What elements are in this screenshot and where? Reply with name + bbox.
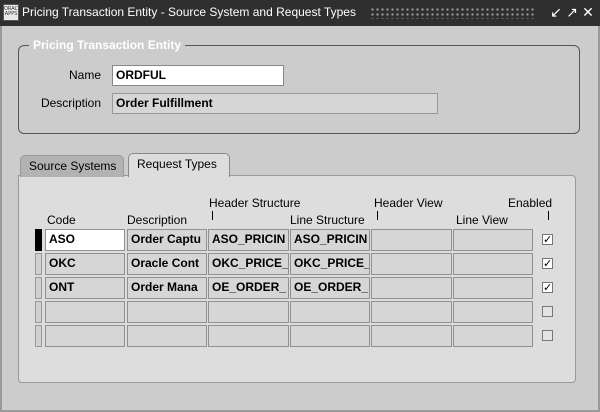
cell-header-view[interactable] — [371, 325, 452, 347]
row-indicator[interactable] — [35, 277, 42, 299]
name-label: Name — [68, 68, 101, 82]
cell-line-view[interactable] — [453, 229, 533, 251]
cell-header-structure[interactable]: OE_ORDER_ — [208, 277, 289, 299]
tab-source-systems[interactable]: Source Systems — [20, 155, 124, 177]
col-header-line-view: Line View — [456, 213, 508, 227]
description-label: Description — [40, 96, 101, 110]
cell-line-view[interactable] — [453, 277, 533, 299]
description-field[interactable]: Order Fulfillment — [112, 93, 438, 114]
minimize-icon[interactable]: ↙ — [548, 4, 564, 22]
enabled-checkbox[interactable] — [542, 306, 553, 317]
close-icon[interactable]: ✕ — [580, 4, 596, 22]
row-indicator[interactable] — [35, 253, 42, 275]
col-header-description: Description — [127, 213, 188, 227]
row-indicator[interactable] — [35, 229, 42, 251]
col-divider — [548, 211, 549, 220]
col-header-line-structure: Line Structure — [290, 213, 365, 227]
title-grip-pattern — [370, 7, 534, 19]
maximize-icon[interactable]: ↗ — [564, 4, 580, 22]
cell-line-structure[interactable]: OE_ORDER_ — [290, 277, 370, 299]
cell-line-view[interactable] — [453, 325, 533, 347]
cell-header-structure[interactable]: ASO_PRICIN — [208, 229, 289, 251]
cell-description[interactable]: Oracle Cont — [127, 253, 207, 275]
cell-header-view[interactable] — [371, 253, 452, 275]
cell-line-structure[interactable] — [290, 325, 370, 347]
col-header-header-structure: Header Structure — [209, 196, 301, 210]
cell-header-view[interactable] — [371, 229, 452, 251]
oracle-app-icon[interactable]: ORACLE APPS — [3, 4, 19, 21]
cell-code[interactable] — [45, 301, 125, 323]
cell-line-view[interactable] — [453, 301, 533, 323]
cell-line-structure[interactable]: ASO_PRICIN — [290, 229, 370, 251]
col-header-enabled: Enabled — [508, 196, 553, 210]
row-indicator[interactable] — [35, 301, 42, 323]
cell-code[interactable] — [45, 325, 125, 347]
pricing-transaction-entity-group: Pricing Transaction Entity — [18, 38, 580, 134]
cell-line-view[interactable] — [453, 253, 533, 275]
col-header-header-view: Header View — [374, 196, 443, 210]
cell-description[interactable]: Order Mana — [127, 277, 207, 299]
col-divider — [212, 211, 213, 220]
name-field[interactable]: ORDFUL — [112, 65, 284, 86]
cell-description[interactable] — [127, 301, 207, 323]
enabled-checkbox[interactable]: ✓ — [542, 234, 553, 245]
col-divider — [377, 211, 378, 220]
cell-header-structure[interactable] — [208, 301, 289, 323]
enabled-checkbox[interactable]: ✓ — [542, 258, 553, 269]
cell-header-structure[interactable]: OKC_PRICE_ — [208, 253, 289, 275]
cell-code[interactable]: ASO — [45, 229, 125, 251]
enabled-checkbox[interactable] — [542, 330, 553, 341]
group-legend: Pricing Transaction Entity — [33, 38, 182, 52]
cell-header-view[interactable] — [371, 301, 452, 323]
cell-line-structure[interactable]: OKC_PRICE_ — [290, 253, 370, 275]
row-indicator[interactable] — [35, 325, 42, 347]
cell-header-structure[interactable] — [208, 325, 289, 347]
cell-code[interactable]: OKC — [45, 253, 125, 275]
cell-line-structure[interactable] — [290, 301, 370, 323]
enabled-checkbox[interactable]: ✓ — [542, 282, 553, 293]
cell-description[interactable]: Order Captu — [127, 229, 207, 251]
window-title: Pricing Transaction Entity - Source Syst… — [22, 5, 356, 19]
tab-request-types[interactable]: Request Types — [128, 153, 230, 177]
cell-header-view[interactable] — [371, 277, 452, 299]
cell-code[interactable]: ONT — [45, 277, 125, 299]
cell-description[interactable] — [127, 325, 207, 347]
col-header-code: Code — [47, 213, 76, 227]
